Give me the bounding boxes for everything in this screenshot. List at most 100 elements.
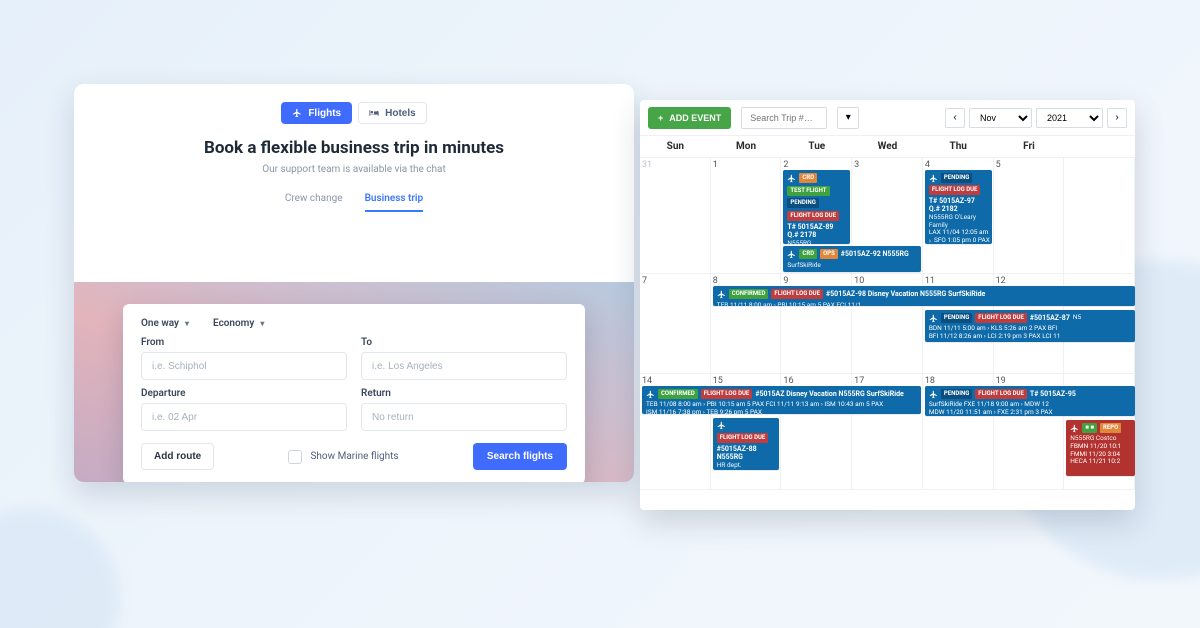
chevron-down-icon: ▾ (260, 319, 264, 328)
confirmed-badge: CONFIRMED (729, 289, 769, 299)
airplane-icon (929, 174, 938, 183)
airplane-icon (717, 421, 726, 430)
day-cell[interactable]: 31 (640, 158, 711, 273)
chevron-down-icon: ▾ (185, 319, 189, 328)
marine-label: Show Marine flights (310, 451, 398, 462)
airplane-icon (787, 174, 796, 183)
hotels-tab-pill[interactable]: Hotels (358, 102, 427, 124)
event-card[interactable]: CONFIRMED FLIGHT LOG DUE #5015AZ Disney … (642, 386, 921, 414)
flightlog-badge: FLIGHT LOG DUE (975, 389, 1027, 399)
pending-badge: PENDING (941, 389, 972, 399)
confirmed-badge-sm: ■ ■ (1082, 423, 1097, 433)
flightlog-badge: FLIGHT LOG DUE (717, 433, 769, 443)
event-subtitle: N555RG O'Leary Family (929, 214, 988, 230)
tab-crew-change[interactable]: Crew change (285, 193, 343, 212)
add-event-button[interactable]: + ADD EVENT (648, 107, 731, 129)
dow-mon: Mon (711, 136, 782, 157)
event-subtitle: SurfSkiRide (787, 262, 820, 270)
airplane-icon (929, 314, 938, 323)
week-row-1: 31 1 2 3 4 5 CRD TEST FLIGHT PENDING F (640, 158, 1135, 274)
flightlog-badge: FLIGHT LOG DUE (929, 185, 981, 195)
trip-type-select[interactable]: One way ▾ (141, 318, 189, 329)
tab-business-trip[interactable]: Business trip (365, 193, 424, 212)
confirmed-badge: CONFIRMED (658, 389, 698, 399)
airplane-icon (646, 390, 655, 399)
booking-card: Flights Hotels Book a flexible business … (74, 84, 634, 482)
cabin-label: Economy (213, 318, 254, 329)
event-title: #5015AZ-92 N555RG (841, 250, 909, 258)
plus-icon: + (658, 113, 663, 123)
marine-checkbox[interactable] (288, 450, 302, 464)
day-cell[interactable]: 5 (994, 158, 1065, 273)
bed-icon (369, 108, 379, 118)
event-title: #5015AZ-87 (1030, 314, 1070, 322)
cabin-select[interactable]: Economy ▾ (213, 318, 264, 329)
to-input[interactable] (361, 352, 567, 380)
search-trip-input[interactable] (741, 107, 827, 129)
airplane-icon (787, 250, 796, 259)
add-route-button[interactable]: Add route (141, 443, 214, 470)
event-subtitle: N555RG Costco (1070, 435, 1131, 443)
dow-fri: Fri (994, 136, 1065, 157)
to-label: To (361, 337, 567, 348)
event-title: T# 5015AZ-95 (1030, 390, 1076, 398)
event-subtitle: N555RG SurfSkiRide (787, 240, 846, 244)
event-title: #5015AZ Disney Vacation N555RG SurfSkiRi… (755, 390, 904, 398)
trip-type-label: One way (141, 318, 179, 329)
event-title: T# 5015AZ-97 Q.# 2182 (929, 197, 988, 214)
event-card[interactable]: CRD TEST FLIGHT PENDING FLIGHT LOG DUE T… (783, 170, 850, 244)
dow-thu: Thu (923, 136, 994, 157)
airplane-icon (717, 290, 726, 299)
dow-sun: Sun (640, 136, 711, 157)
week-row-2: 7 8 9 10 11 12 CONFIRMED FLIGHT LOG DUE … (640, 274, 1135, 374)
search-form: One way ▾ Economy ▾ From To (123, 304, 585, 482)
pill-flights-label: Flights (308, 108, 341, 119)
flightlog-badge: FLIGHT LOG DUE (701, 389, 753, 399)
event-card[interactable]: CRD OPS #5015AZ-92 N555RG SurfSkiRide BD… (783, 246, 920, 272)
return-label: Return (361, 388, 567, 399)
day-cell[interactable]: 1 (711, 158, 782, 273)
ops-badge: OPS (820, 249, 838, 259)
day-cell[interactable] (1064, 158, 1135, 273)
departure-label: Departure (141, 388, 347, 399)
event-subtitle: HR dept. (717, 462, 776, 470)
event-card[interactable]: PENDING FLIGHT LOG DUE T# 5015AZ-95 Surf… (925, 386, 1135, 416)
event-card[interactable]: CONFIRMED FLIGHT LOG DUE #5015AZ-98 Disn… (713, 286, 1135, 306)
dow-tue: Tue (781, 136, 852, 157)
event-tail: TEB 11/11 8:00 am › PBI 10:15 am 5 PAX F… (717, 302, 862, 306)
search-dropdown[interactable]: ▾ (837, 107, 859, 129)
flightlog-badge: FLIGHT LOG DUE (975, 313, 1027, 323)
event-title: T# 5015AZ-89 Q.# 2178 (787, 223, 846, 240)
week-row-3: 14 15 16 17 18 19 CONFIRMED FLIGHT LOG D… (640, 374, 1135, 490)
page-subtitle: Our support team is available via the ch… (74, 164, 634, 175)
calendar-card: + ADD EVENT ▾ ‹ Nov 2021 › Sun Mon Tue W… (640, 100, 1135, 510)
month-select[interactable]: Nov (969, 108, 1032, 128)
flights-tab-pill[interactable]: Flights (281, 102, 352, 124)
airplane-icon (292, 108, 302, 118)
day-cell[interactable]: 7 (640, 274, 711, 373)
event-title: #5015AZ-98 Disney Vacation N555RG SurfSk… (826, 290, 985, 298)
event-card[interactable]: PENDING FLIGHT LOG DUE T# 5015AZ-97 Q.# … (925, 170, 992, 244)
event-card[interactable]: PENDING FLIGHT LOG DUE #5015AZ-87 N5 BDN… (925, 310, 1135, 342)
departure-input[interactable] (141, 403, 347, 431)
dow-wed: Wed (852, 136, 923, 157)
repo-badge: REPO (1100, 423, 1121, 433)
cal-next-button[interactable]: › (1107, 108, 1127, 128)
search-flights-button[interactable]: Search flights (473, 443, 567, 470)
cal-prev-button[interactable]: ‹ (945, 108, 965, 128)
from-input[interactable] (141, 352, 347, 380)
event-card[interactable]: FLIGHT LOG DUE #5015AZ-88 N555RG HR dept… (713, 418, 780, 470)
pending-badge: PENDING (787, 198, 818, 208)
calendar-day-header: Sun Mon Tue Wed Thu Fri (640, 136, 1135, 158)
pending-badge: PENDING (941, 313, 972, 323)
airplane-icon (1070, 424, 1079, 433)
crd-badge: CRD (799, 249, 817, 259)
pill-hotels-label: Hotels (385, 108, 416, 119)
return-input[interactable] (361, 403, 567, 431)
page-title: Book a flexible business trip in minutes (74, 138, 634, 158)
year-select[interactable]: 2021 (1036, 108, 1103, 128)
flightlog-badge: FLIGHT LOG DUE (787, 211, 839, 221)
flightlog-badge: FLIGHT LOG DUE (771, 289, 823, 299)
event-card[interactable]: ■ ■ REPO N555RG Costco FBMN 11/20 10:1 F… (1066, 420, 1135, 476)
crd-badge: CRD (799, 173, 817, 183)
